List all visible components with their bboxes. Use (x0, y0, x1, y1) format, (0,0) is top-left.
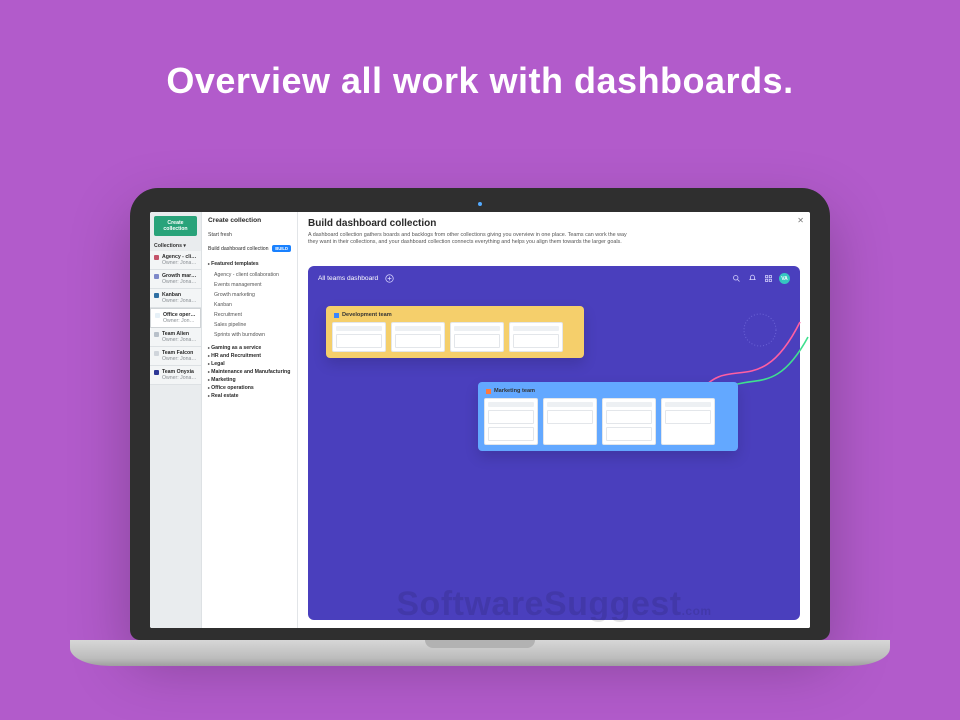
bell-icon[interactable] (747, 274, 757, 284)
collections-sidebar: Create collection Collections ▾ Agency -… (150, 212, 202, 628)
laptop-mockup: Create collection Collections ▾ Agency -… (130, 188, 830, 666)
collection-item[interactable]: Agency - client Owner: Jonathan (150, 251, 201, 270)
collection-owner: Owner: Jonathan (162, 375, 197, 381)
collection-owner: Owner: Jonathan (162, 337, 197, 343)
collection-item[interactable]: Team Alien Owner: Jonathan (150, 328, 201, 347)
create-collection-button[interactable]: Create collection (154, 216, 197, 236)
avatar[interactable]: VA (779, 273, 790, 284)
collection-item[interactable]: Team Falcon Owner: Jonathan (150, 347, 201, 366)
template-item[interactable]: Recruitment (208, 310, 291, 320)
collections-header[interactable]: Collections ▾ (154, 243, 197, 249)
main-title: Build dashboard collection (308, 218, 800, 229)
preview-topbar: All teams dashboard (308, 266, 800, 291)
template-group[interactable]: Legal (208, 361, 291, 367)
start-fresh-link[interactable]: Start fresh (208, 230, 291, 240)
laptop-base (70, 640, 890, 666)
dashboard-preview: All teams dashboard (308, 266, 800, 620)
build-dashboard-label: Build dashboard collection (208, 246, 269, 252)
collection-color-chip (154, 274, 159, 279)
board-color-chip (486, 389, 491, 394)
template-group[interactable]: Maintenance and Manufacturing (208, 369, 291, 375)
template-group[interactable]: Real estate (208, 393, 291, 399)
search-icon[interactable] (731, 274, 741, 284)
kanban-column[interactable] (602, 398, 656, 445)
add-icon[interactable] (384, 274, 394, 284)
template-item[interactable]: Agency - client collaboration (208, 270, 291, 280)
board-title: Marketing team (494, 388, 535, 394)
build-badge: BUILD (272, 245, 291, 252)
kanban-column[interactable] (509, 322, 563, 352)
collection-item[interactable]: Team Onyxia Owner: Jonathan (150, 366, 201, 385)
laptop-bezel: Create collection Collections ▾ Agency -… (130, 188, 830, 640)
board-title: Development team (342, 312, 392, 318)
collection-owner: Owner: Jonathan (163, 318, 196, 324)
board-development[interactable]: Development team (326, 306, 584, 358)
collection-owner: Owner: Jonathan (162, 279, 197, 285)
grid-icon[interactable] (763, 274, 773, 284)
collection-color-chip (155, 313, 160, 318)
kanban-column[interactable] (661, 398, 715, 445)
collection-owner: Owner: Jonathan (162, 298, 197, 304)
featured-templates-header[interactable]: Featured templates (208, 261, 291, 267)
board-color-chip (334, 313, 339, 318)
webcam-dot (478, 202, 482, 206)
collection-color-chip (154, 332, 159, 337)
collection-owner: Owner: Jonathan (162, 260, 197, 266)
template-item[interactable]: Growth marketing (208, 290, 291, 300)
main-content: ✕ Build dashboard collection A dashboard… (298, 212, 810, 628)
collection-owner: Owner: Jonathan (162, 356, 197, 362)
close-icon[interactable]: ✕ (797, 216, 804, 225)
build-dashboard-option[interactable]: Build dashboard collection BUILD (208, 243, 291, 254)
app-screen: Create collection Collections ▾ Agency -… (150, 212, 810, 628)
kanban-column[interactable] (450, 322, 504, 352)
template-group[interactable]: Gaming as a service (208, 345, 291, 351)
collection-color-chip (154, 351, 159, 356)
template-item[interactable]: Kanban (208, 300, 291, 310)
main-description: A dashboard collection gathers boards an… (308, 232, 628, 247)
template-group[interactable]: HR and Recruitment (208, 353, 291, 359)
create-panel: Create collection Start fresh Build dash… (202, 212, 298, 628)
kanban-column[interactable] (332, 322, 386, 352)
board-marketing[interactable]: Marketing team (478, 382, 738, 451)
collection-item[interactable]: Office operations Owner: Jonathan (150, 308, 201, 328)
hero-title: Overview all work with dashboards. (0, 0, 960, 102)
kanban-column[interactable] (543, 398, 597, 445)
collection-item[interactable]: Kanban Owner: Jonathan (150, 289, 201, 308)
collection-color-chip (154, 293, 159, 298)
template-item[interactable]: Sales pipeline (208, 320, 291, 330)
collection-color-chip (154, 370, 159, 375)
kanban-column[interactable] (484, 398, 538, 445)
template-group[interactable]: Marketing (208, 377, 291, 383)
template-item[interactable]: Events management (208, 280, 291, 290)
collection-item[interactable]: Growth marketing Owner: Jonathan (150, 270, 201, 289)
preview-title: All teams dashboard (318, 275, 378, 282)
collection-color-chip (154, 255, 159, 260)
template-item[interactable]: Sprints with burndown (208, 330, 291, 340)
kanban-column[interactable] (391, 322, 445, 352)
create-panel-title: Create collection (208, 217, 291, 224)
template-group[interactable]: Office operations (208, 385, 291, 391)
